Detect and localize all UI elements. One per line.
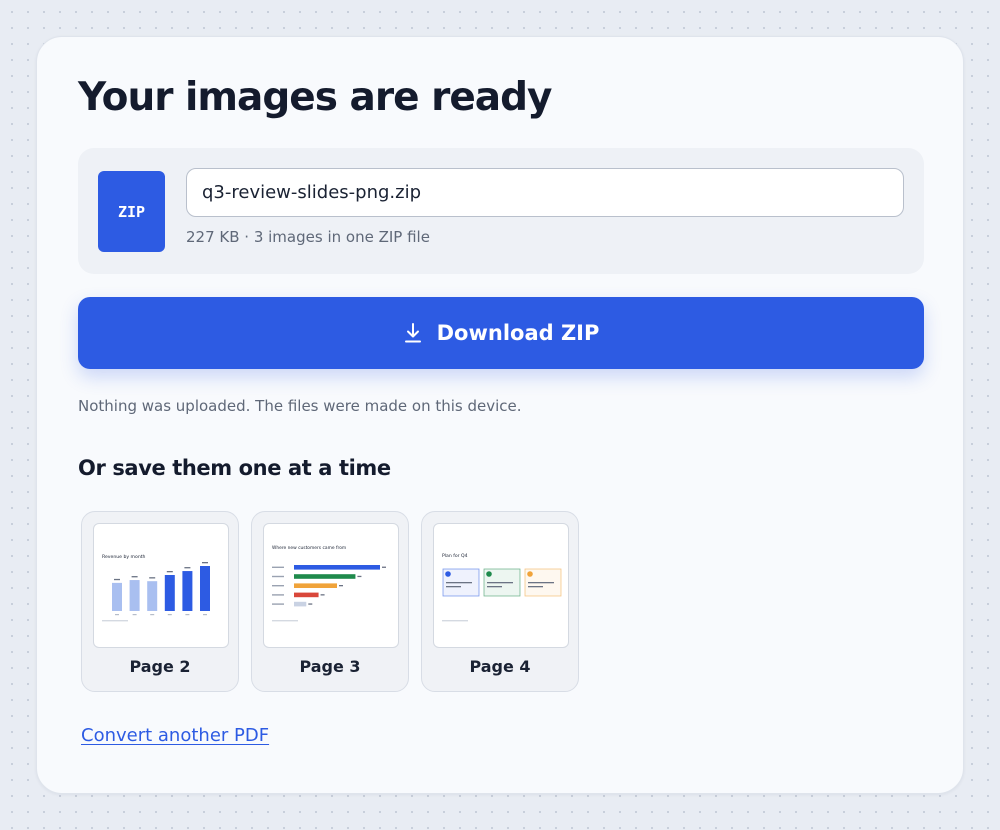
page-label: Page 3	[299, 657, 361, 676]
thumb-hbar-value	[357, 575, 362, 578]
file-meta: 227 KB · 3 images in one ZIP file	[186, 228, 430, 246]
zip-icon-label: ZIP	[117, 202, 146, 221]
thumb-bar-label	[202, 562, 208, 564]
thumb-row-label	[272, 575, 284, 578]
thumb-bar	[129, 580, 140, 611]
thumb-plan-line	[446, 586, 461, 588]
download-zip-button[interactable]: Download ZIP	[78, 297, 924, 369]
thumb-bar-label	[149, 577, 156, 579]
thumb-hbar	[294, 592, 319, 598]
thumb-plan-line	[528, 586, 543, 588]
thumb-bar-label	[166, 571, 173, 573]
thumb-row-label	[272, 594, 284, 596]
thumb-tick	[203, 614, 207, 616]
result-card: Your images are ready ZIP 227 KB · 3 ima…	[36, 36, 964, 794]
thumb-plan-dot	[527, 571, 533, 577]
thumb-plan-dot	[445, 571, 451, 577]
thumb-plan-line	[487, 582, 513, 584]
page-label: Page 2	[129, 657, 191, 676]
thumb-plan-line	[487, 586, 502, 588]
convert-another-pdf-link[interactable]: Convert another PDF	[81, 725, 269, 746]
thumb-tick	[185, 614, 190, 616]
page-label: Page 4	[469, 657, 531, 676]
thumb-row-label	[272, 603, 284, 605]
thumb-bar	[147, 581, 158, 611]
thumb-bar	[182, 571, 193, 611]
thumb-plan-line	[446, 582, 472, 584]
page-thumbnail: Plan for Q4	[433, 523, 569, 648]
thumb-bar-label	[114, 578, 120, 581]
page-card-4[interactable]: Plan for Q4 Page 4	[421, 511, 579, 692]
page-title: Your images are ready	[78, 75, 552, 120]
privacy-note: Nothing was uploaded. The files were mad…	[78, 397, 522, 415]
thumb-hbar-value	[382, 566, 386, 568]
thumb-hbar	[294, 574, 356, 579]
thumb-tick	[115, 614, 119, 616]
thumb-bar-label	[184, 567, 191, 569]
page-3-thumbnail-chart: Where new customers came from	[272, 545, 386, 622]
thumb-bar-label	[131, 576, 138, 578]
page-card-3[interactable]: Where new customers came from Page 3	[251, 511, 409, 692]
download-icon	[404, 323, 421, 343]
thumb-row-label	[272, 566, 284, 568]
page-4-thumbnail-cards: Plan for Q4	[442, 553, 562, 622]
thumb-plan-line	[528, 582, 554, 584]
thumb-hbar	[294, 583, 337, 588]
zip-file-icon: ZIP	[98, 171, 165, 252]
thumb-hbar	[294, 565, 380, 570]
page-2-thumbnail-chart: Revenue by month	[102, 554, 210, 622]
thumb-bar	[200, 566, 210, 611]
thumb-hbar-value	[339, 585, 343, 587]
page-thumbnail: Revenue by month	[93, 523, 229, 648]
thumb-row-label	[272, 585, 284, 587]
thumb-hbar-value	[320, 594, 325, 596]
thumb-tick	[150, 614, 155, 616]
thumb-plan-dot	[486, 571, 492, 577]
thumb-bar	[112, 582, 122, 611]
thumb-title: Plan for Q4	[442, 553, 468, 559]
thumb-tick	[167, 614, 172, 616]
individual-save-heading: Or save them one at a time	[78, 456, 391, 480]
page-thumbnail: Where new customers came from	[263, 523, 399, 648]
thumb-tick	[132, 614, 137, 616]
filename-input[interactable]	[186, 168, 904, 217]
file-panel: ZIP 227 KB · 3 images in one ZIP file	[78, 148, 924, 274]
thumb-title: Revenue by month	[102, 554, 146, 560]
page-card-2[interactable]: Revenue by month Page 2	[81, 511, 239, 692]
download-zip-label: Download ZIP	[436, 321, 600, 345]
thumb-bar	[164, 575, 175, 611]
thumb-hbar-value	[308, 603, 313, 605]
thumb-title: Where new customers came from	[272, 545, 346, 551]
thumb-hbar	[294, 601, 307, 607]
